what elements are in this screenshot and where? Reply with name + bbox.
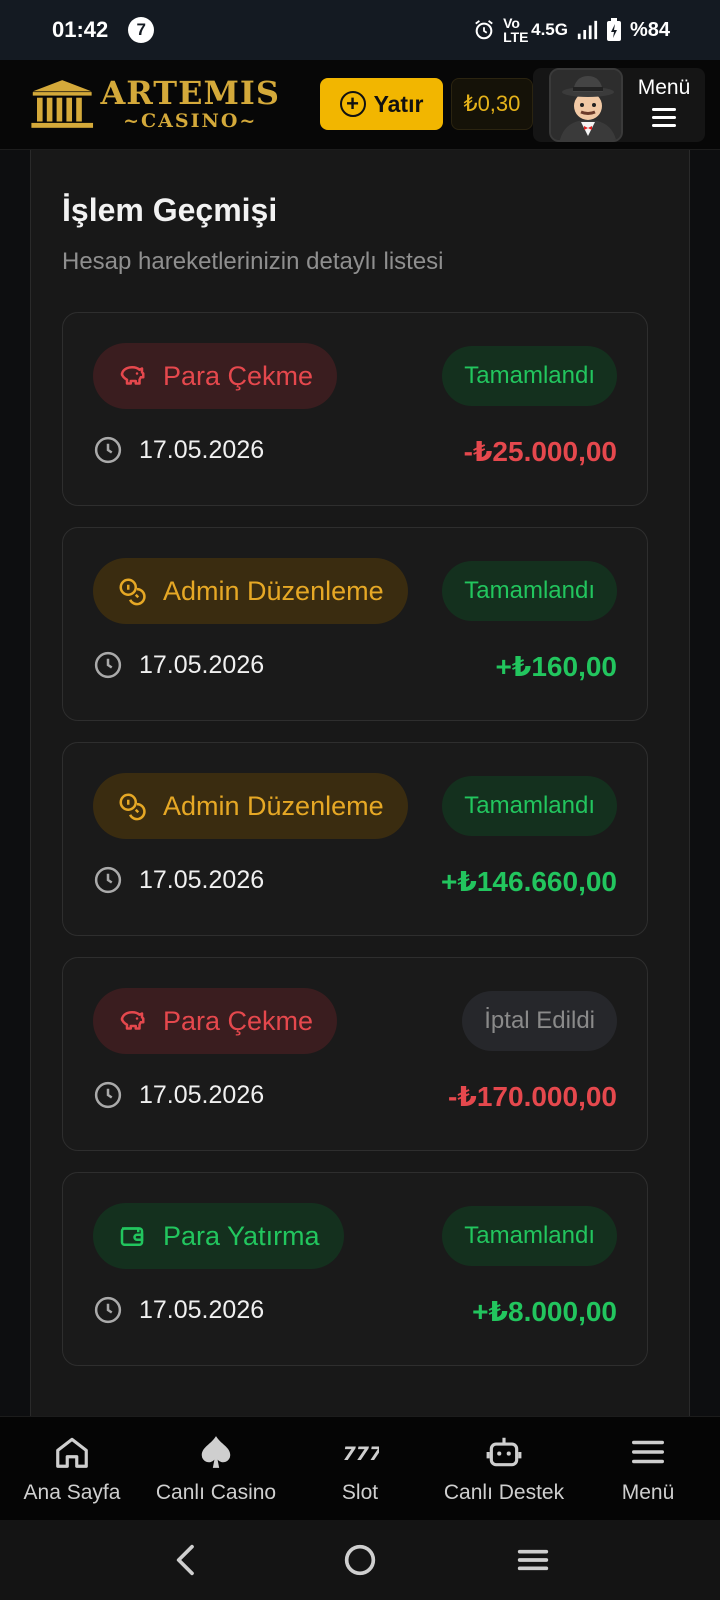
temple-logo-icon <box>31 80 94 128</box>
piggy-bank-icon <box>120 1011 145 1030</box>
wallet-icon <box>120 1227 144 1246</box>
hamburger-icon <box>652 108 676 127</box>
transaction-date: 17.05.2026 <box>93 865 264 895</box>
status-badge: İptal Edildi <box>462 991 617 1051</box>
nav-live-support[interactable]: Canlı Destek <box>432 1417 576 1521</box>
nav-slot[interactable]: 777 Slot <box>288 1417 432 1521</box>
status-badge: Tamamlandı <box>442 1206 617 1266</box>
balance-display[interactable]: ₺0,30 <box>451 78 533 130</box>
page-title: İşlem Geçmişi <box>62 192 278 228</box>
transaction-amount: -₺25.000,00 <box>463 436 617 467</box>
transaction-amount: -₺170.000,00 <box>448 1081 617 1112</box>
transaction-card[interactable]: Para Çekme İptal Edildi 17.05.2026 -₺170… <box>62 957 648 1151</box>
coins-icon <box>119 793 146 821</box>
status-badge: Tamamlandı <box>442 561 617 621</box>
home-circle-icon[interactable] <box>340 1540 380 1580</box>
transaction-date: 17.05.2026 <box>93 435 264 465</box>
transaction-card[interactable]: Para Yatırma Tamamlandı 17.05.2026 +₺8.0… <box>62 1172 648 1366</box>
nav-menu[interactable]: Menü <box>576 1417 720 1521</box>
logo-subtitle: ~CASINO~ <box>123 110 258 132</box>
status-badge: Tamamlandı <box>442 346 617 406</box>
transaction-type-badge: Admin Düzenleme <box>93 558 408 624</box>
transaction-date: 17.05.2026 <box>93 1295 264 1325</box>
hamburger-icon <box>632 1440 664 1464</box>
transaction-type-badge: Admin Düzenleme <box>93 773 408 839</box>
status-bar: 01:42 7 Vo LTE 4.5G %84 <box>0 0 720 60</box>
system-navigation-bar <box>0 1520 720 1600</box>
slot-777-icon: 777 <box>343 1443 379 1465</box>
transaction-type-badge: Para Çekme <box>93 343 338 409</box>
signal-icon <box>577 20 598 40</box>
back-icon[interactable] <box>167 1540 207 1580</box>
transaction-date: 17.05.2026 <box>93 650 264 680</box>
robot-icon <box>486 1437 522 1467</box>
user-menu[interactable]: Menü <box>533 68 705 142</box>
transaction-card[interactable]: Para Çekme Tamamlandı 17.05.2026 -₺25.00… <box>62 312 648 506</box>
notification-count-badge: 7 <box>128 17 155 43</box>
transaction-card[interactable]: Admin Düzenleme Tamamlandı 17.05.2026 +₺… <box>62 527 648 721</box>
page-subtitle: Hesap hareketlerinizin detaylı listesi <box>62 248 444 275</box>
plus-circle-icon: + <box>339 91 366 117</box>
menu-label: Menü <box>637 76 691 99</box>
nav-live-casino[interactable]: Canlı Casino <box>144 1417 288 1521</box>
clock-icon <box>94 1081 122 1109</box>
svg-text:777: 777 <box>343 1443 379 1465</box>
nav-home[interactable]: Ana Sayfa <box>0 1417 144 1521</box>
battery-level: %84 <box>629 18 670 41</box>
piggy-bank-icon <box>120 366 145 385</box>
clock-icon <box>94 1296 122 1324</box>
transaction-amount: +₺160,00 <box>495 651 617 682</box>
coins-icon <box>119 578 146 606</box>
transaction-type-badge: Para Yatırma <box>93 1203 344 1269</box>
transaction-amount: +₺8.000,00 <box>472 1296 617 1327</box>
clock-icon <box>94 436 122 464</box>
transaction-amount: +₺146.660,00 <box>441 866 617 897</box>
network-type: 4.5G <box>531 20 568 39</box>
volte-indicator: Vo LTE <box>503 15 529 45</box>
recent-apps-icon[interactable] <box>513 1540 553 1580</box>
clock-time: 01:42 <box>52 17 109 42</box>
battery-charging-icon <box>606 18 621 41</box>
avatar[interactable] <box>549 68 623 142</box>
spade-icon <box>201 1436 231 1468</box>
transaction-date: 17.05.2026 <box>93 1080 264 1110</box>
bottom-navigation: Ana Sayfa Canlı Casino 777 Slot Canlı De… <box>0 1416 720 1520</box>
deposit-label: Yatır <box>373 90 424 117</box>
transaction-card[interactable]: Admin Düzenleme Tamamlandı 17.05.2026 +₺… <box>62 742 648 936</box>
clock-icon <box>94 651 122 679</box>
clock-icon <box>94 866 122 894</box>
home-icon <box>56 1437 88 1468</box>
deposit-button[interactable]: + Yatır <box>320 78 443 130</box>
logo-title: ARTEMIS <box>100 74 280 112</box>
header-menu-button[interactable]: Menü <box>629 76 699 136</box>
status-badge: Tamamlandı <box>442 776 617 836</box>
transaction-type-badge: Para Çekme <box>93 988 338 1054</box>
site-logo[interactable]: ARTEMIS ~CASINO~ <box>30 66 280 142</box>
transaction-history-panel: İşlem Geçmişi Hesap hareketlerinizin det… <box>30 150 690 1416</box>
alarm-icon <box>475 20 493 40</box>
site-header: ARTEMIS ~CASINO~ + Yatır ₺0,30 Menü <box>0 60 720 150</box>
